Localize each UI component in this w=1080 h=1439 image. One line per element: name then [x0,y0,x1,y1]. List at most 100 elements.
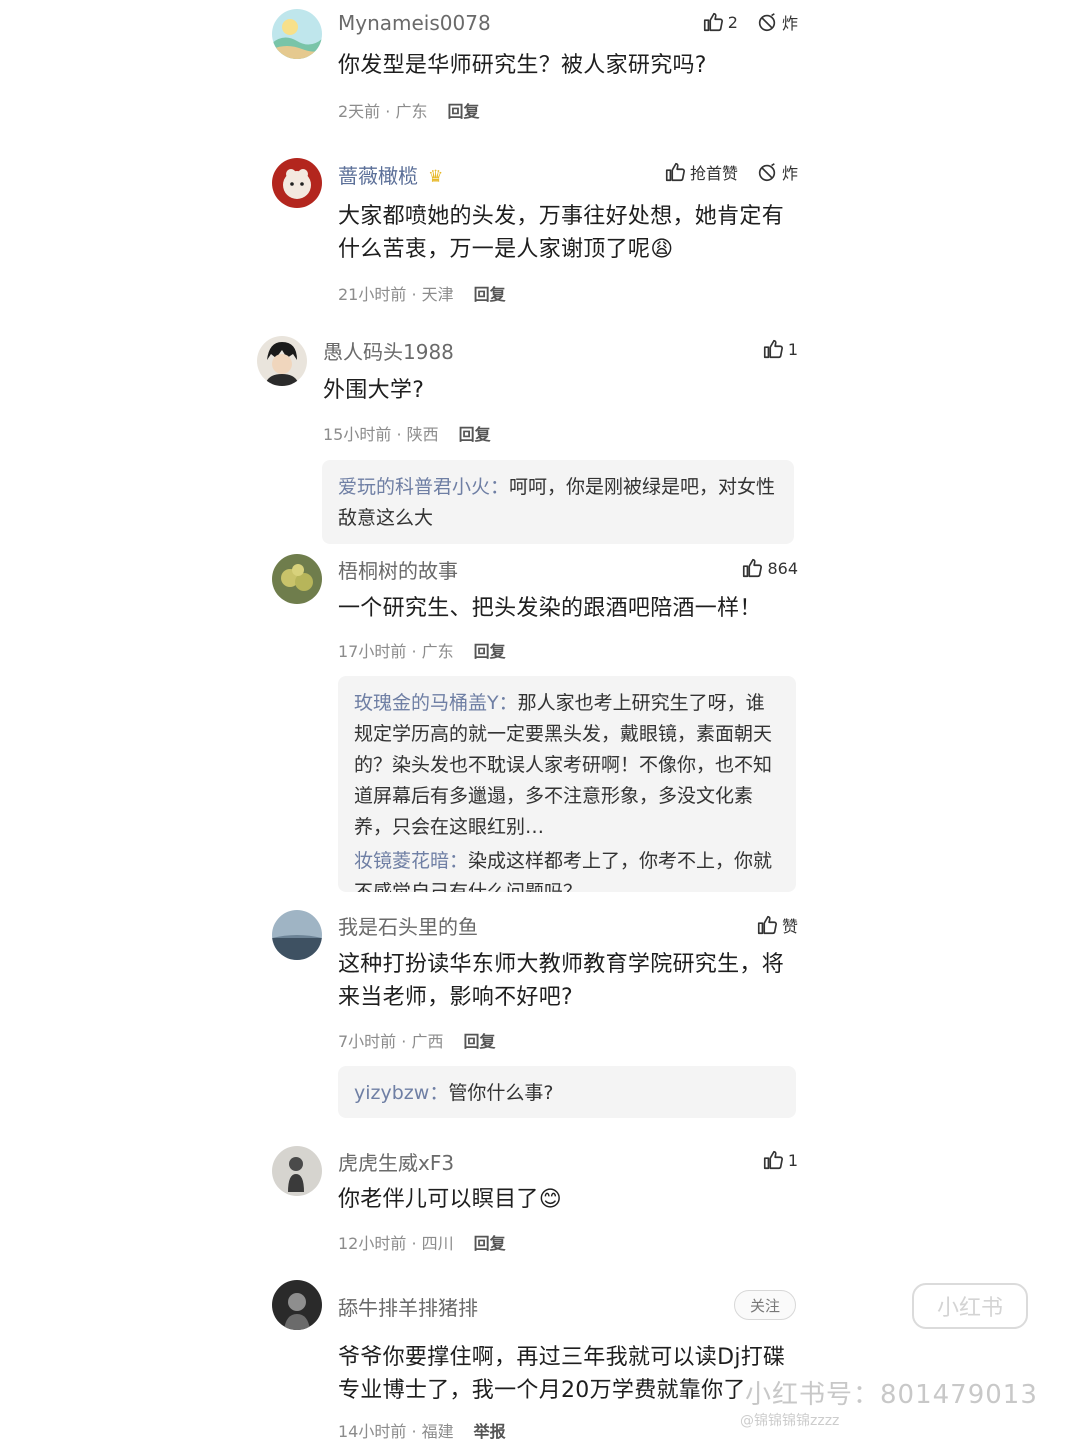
reply-author[interactable]: yizybzw： [354,1082,448,1104]
reply-link[interactable]: 回复 [447,102,479,121]
comment-location: 陕西 [406,425,439,444]
avatar[interactable] [272,158,322,208]
like-button[interactable]: 2 [702,11,738,33]
comment-meta: 21小时前 · 天津 回复 [338,281,506,305]
avatar[interactable] [272,9,322,59]
comment-location: 四川 [421,1234,454,1253]
comment-actions: 抢首赞 炸 [664,160,798,184]
comment-text: 这种打扮读华东师大教师教育学院研究生，将来当老师，影响不好吧? [338,952,785,1010]
thumbs-up-icon [743,558,763,578]
comment-time: 14小时前 [338,1422,407,1439]
separator: · [391,425,407,444]
avatar[interactable] [272,910,322,960]
reply-author[interactable]: 玫瑰金的马桶盖Y： [354,692,518,714]
crown-icon: ♛ [428,167,444,187]
reply-author[interactable]: 妆镜菱花暗： [354,850,468,872]
separator: · [406,642,422,661]
bomb-button[interactable]: 炸 [756,160,798,184]
like-count: 抢首赞 [689,164,738,183]
comment-time: 15小时前 [323,425,392,444]
comment-meta: 7小时前 · 广西 回复 [338,1028,495,1052]
separator: · [406,1422,422,1439]
username[interactable]: 蔷薇橄榄 ♛ [338,160,443,189]
reply-item: 妆镜菱花暗：染成这样都考上了，你考不上，你就不感觉自己有什么问题吗？ [354,846,780,892]
comment-text: 爷爷你要撑住啊，再过三年我就可以读Dj打碟专业博士了，我一个月20万学费就靠你了 [338,1345,786,1403]
xiaohongshu-watermark-logo: 小红书 [912,1283,1028,1329]
like-count: 864 [767,558,798,578]
avatar[interactable] [257,336,307,386]
comment-time: 21小时前 [338,285,407,304]
reply-thread[interactable]: 玫瑰金的马桶盖Y：那人家也考上研究生了呀，谁规定学历高的就一定要黑头发，戴眼镜，… [338,676,796,892]
reply-link[interactable]: 回复 [474,1234,506,1253]
comment-location: 广东 [421,642,454,661]
reply-link[interactable]: 回复 [463,1032,495,1051]
like-button[interactable]: 864 [741,557,798,579]
comment-time: 12小时前 [338,1234,407,1253]
comment-location: 广东 [395,102,428,121]
avatar[interactable] [272,554,322,604]
reply-link[interactable]: 回复 [474,642,506,661]
comment-location: 天津 [421,285,454,304]
like-button[interactable]: 抢首赞 [664,160,738,184]
avatar[interactable] [272,1146,322,1196]
like-count: 赞 [781,917,798,936]
comment-meta: 17小时前 · 广东 回复 [338,638,506,662]
comment-meta: 15小时前 · 陕西 回复 [323,421,491,445]
comment-text: 外围大学? [323,378,425,403]
username-text: 蔷薇橄榄 [338,164,418,188]
username[interactable]: 舔牛排羊排猪排 [338,1292,478,1321]
separator: · [380,102,396,121]
separator: · [396,1032,412,1051]
reply-author[interactable]: 爱玩的科普君小火： [338,476,509,498]
comment-time: 17小时前 [338,642,407,661]
comment-text: 大家都喷她的头发，万事往好处想，她肯定有什么苦衷，万一是人家谢顶了呢😩 [338,204,785,262]
comment-meta: 2天前 · 广东 回复 [338,98,479,122]
comment-time: 7小时前 [338,1032,397,1051]
comment-location: 福建 [421,1422,454,1439]
reply-link[interactable]: 回复 [459,425,491,444]
thumbs-up-icon [703,12,723,32]
reply-link[interactable]: 回复 [474,285,506,304]
thumbs-up-icon [665,162,685,182]
comment-text: 你老伴儿可以瞑目了😊 [338,1187,562,1212]
xiaohongshu-id-watermark: 小红书号：801479013 [745,1380,1038,1410]
like-button[interactable]: 1 [762,1149,798,1171]
comment-actions: 864 [741,557,798,579]
bomb-button[interactable]: 炸 [756,10,798,34]
follow-button[interactable]: 关注 [734,1290,796,1320]
username[interactable]: Mynameis0078 [338,11,491,35]
no-bomb-icon [758,163,776,182]
comment-actions: 2 炸 [702,10,798,34]
comment-text: 你发型是华师研究生？被人家研究吗? [338,53,707,78]
like-count: 1 [787,339,798,359]
like-count: 2 [727,12,738,32]
avatar[interactable] [272,1280,322,1330]
reply-text: 管你什么事? [448,1082,554,1104]
reply-thread[interactable]: yizybzw：管你什么事? [338,1066,796,1118]
comment-actions: 1 [762,1149,798,1171]
comment-time: 2天前 [338,102,381,121]
thumbs-up-icon [763,339,783,359]
reply-thread[interactable]: 爱玩的科普君小火：呵呵，你是刚被绿是吧，对女性敌意这么大 [322,460,794,544]
comment-meta: 12小时前 · 四川 回复 [338,1230,506,1254]
comment-actions: 1 [762,338,798,360]
like-button[interactable]: 赞 [756,913,798,937]
bomb-label: 炸 [781,164,798,183]
username[interactable]: 梧桐树的故事 [338,555,458,584]
username[interactable]: 我是石头里的鱼 [338,911,478,940]
no-bomb-icon [758,13,776,32]
username[interactable]: 虎虎生威xF3 [338,1147,454,1176]
username[interactable]: 愚人码头1988 [323,336,454,365]
like-count: 1 [787,1150,798,1170]
bomb-label: 炸 [781,14,798,33]
separator: · [406,285,422,304]
comment-text: 一个研究生、把头发染的跟酒吧陪酒一样！ [338,596,762,621]
weibo-watermark: @锦锦锦锦zzzz [740,1413,840,1429]
report-link[interactable]: 举报 [474,1422,506,1439]
comment-actions: 赞 [756,913,798,937]
thumbs-up-icon [757,915,777,935]
thumbs-up-icon [763,1150,783,1170]
separator: · [406,1234,422,1253]
like-button[interactable]: 1 [762,338,798,360]
comment-location: 广西 [411,1032,444,1051]
